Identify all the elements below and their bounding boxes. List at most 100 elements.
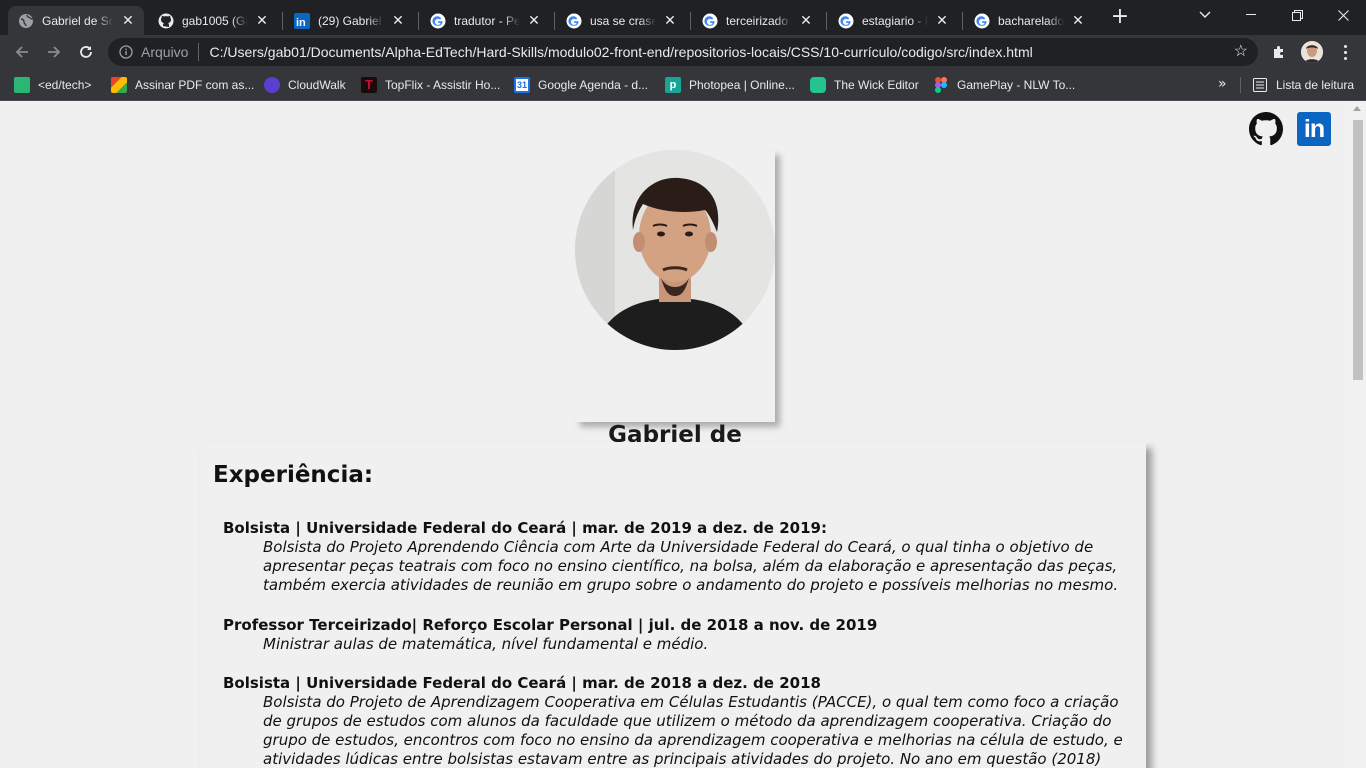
bookmark-gameplay[interactable]: GamePlay - NLW To... <box>933 69 1075 100</box>
chevron-down-icon <box>1199 11 1211 18</box>
profile-card: Gabriel de Sousa <box>575 150 775 474</box>
experience-item: Bolsista | Universidade Federal do Ceará… <box>223 674 1123 768</box>
vertical-scrollbar[interactable] <box>1349 102 1366 768</box>
linkedin-icon: in <box>1303 114 1325 143</box>
experience-section: Experiência: Bolsista | Universidade Fed… <box>200 442 1146 768</box>
page-viewport: in Gabriel de Sousa Experiência: <box>0 102 1366 768</box>
pdf-icon <box>111 76 127 93</box>
divider <box>1240 77 1241 93</box>
job-heading: Bolsista | Universidade Federal do Ceará… <box>223 519 827 537</box>
linkedin-link[interactable]: in <box>1297 112 1331 146</box>
calendar-icon: 31 <box>514 76 530 93</box>
tab-title: bacharelado - Pesquisa <box>998 13 1064 28</box>
job-description: Ministrar aulas de matemática, nível fun… <box>263 635 709 653</box>
tab-title: Gabriel de Sousa <box>42 13 114 28</box>
tab-bacharelado[interactable]: bacharelado - Pesquisa ✕ <box>964 6 1094 35</box>
tab-tradutor[interactable]: tradutor - Pesquisa ✕ <box>420 6 550 35</box>
tab-title: gab1005 (Gabriel <box>182 13 248 28</box>
github-link[interactable] <box>1249 112 1283 146</box>
job-description: Bolsista do Projeto de Aprendizagem Coop… <box>263 693 1123 768</box>
tab-title: estagiario - Pesquisa <box>862 13 928 28</box>
figma-icon <box>933 76 949 93</box>
cloudwalk-icon <box>264 76 280 93</box>
address-bar[interactable]: Arquivo C:/Users/gab01/Documents/Alpha-E… <box>108 38 1258 66</box>
tab-separator <box>418 12 419 30</box>
profile-photo <box>575 150 775 350</box>
tab-separator <box>282 12 283 30</box>
new-tab-button[interactable]: + <box>1108 6 1132 30</box>
close-icon[interactable]: ✕ <box>1070 12 1086 29</box>
globe-icon <box>18 13 34 29</box>
close-icon[interactable]: ✕ <box>526 12 542 29</box>
close-icon[interactable]: ✕ <box>254 12 270 29</box>
tab-usa-se-crase[interactable]: usa se crase ou ✕ <box>556 6 686 35</box>
bookmark-label: Photopea | Online... <box>689 77 795 92</box>
scroll-up-arrow-icon[interactable] <box>1353 106 1361 111</box>
arrow-left-icon <box>15 46 28 58</box>
google-icon <box>838 13 854 29</box>
bookmark-label: <ed/tech> <box>38 77 92 92</box>
close-window-button[interactable] <box>1320 0 1366 30</box>
bookmark-cloudwalk[interactable]: CloudWalk <box>264 69 346 100</box>
back-button[interactable] <box>10 40 34 64</box>
job-heading: Bolsista | Universidade Federal do Ceará… <box>223 674 821 692</box>
file-chip: Arquivo <box>141 44 189 60</box>
reload-button[interactable] <box>74 40 98 64</box>
url-text[interactable]: C:/Users/gab01/Documents/Alpha-EdTech/Ha… <box>209 44 1032 60</box>
bookmarks-bar: <ed/tech> Assinar PDF com as... CloudWal… <box>0 69 1366 101</box>
google-icon <box>702 13 718 29</box>
photopea-icon: p <box>665 76 681 93</box>
tab-separator <box>690 12 691 30</box>
tab-estagiario[interactable]: estagiario - Pesquisa ✕ <box>828 6 958 35</box>
google-icon <box>974 13 990 29</box>
bookmark-label: GamePlay - NLW To... <box>957 77 1076 92</box>
bookmark-photopea[interactable]: p Photopea | Online... <box>665 69 795 100</box>
avatar[interactable] <box>1301 41 1323 63</box>
bookmark-topflix[interactable]: T TopFlix - Assistir Ho... <box>361 69 500 100</box>
tab-title: usa se crase ou <box>590 13 656 28</box>
bookmark-wick-editor[interactable]: The Wick Editor <box>810 69 919 100</box>
minimize-button[interactable] <box>1228 0 1274 30</box>
topflix-icon: T <box>361 76 377 93</box>
info-icon[interactable] <box>118 44 134 60</box>
tab-linkedin[interactable]: in (29) Gabriel de ✕ <box>284 6 414 35</box>
tab-github[interactable]: gab1005 (Gabriel ✕ <box>148 6 278 35</box>
job-description: Bolsista do Projeto Aprendendo Ciência c… <box>263 538 1119 594</box>
github-icon <box>1249 112 1283 146</box>
reload-icon <box>80 46 92 58</box>
minimize-icon <box>1246 14 1256 15</box>
scrollbar-thumb[interactable] <box>1353 120 1363 380</box>
close-icon <box>1337 9 1349 21</box>
star-icon[interactable]: ☆ <box>1234 44 1248 60</box>
extensions-button[interactable] <box>1268 41 1290 63</box>
forward-button[interactable] <box>42 40 66 64</box>
bookmark-edtech[interactable]: <ed/tech> <box>14 69 91 100</box>
tab-gabriel-de-sousa[interactable]: Gabriel de Sousa ✕ <box>8 6 144 35</box>
section-title: Experiência: <box>213 462 374 488</box>
close-icon[interactable]: ✕ <box>120 12 136 29</box>
more-menu-button[interactable] <box>1334 41 1356 63</box>
tab-search-button[interactable] <box>1182 0 1228 30</box>
google-icon <box>430 13 446 29</box>
job-heading: Professor Terceirizado| Reforço Escolar … <box>223 616 878 634</box>
bookmark-label: Google Agenda - d... <box>538 77 649 92</box>
tab-terceirizado[interactable]: terceirizado - Pesquisa ✕ <box>692 6 822 35</box>
close-icon[interactable]: ✕ <box>798 12 814 29</box>
bookmark-google-agenda[interactable]: 31 Google Agenda - d... <box>514 69 648 100</box>
experience-item: Bolsista | Universidade Federal do Ceará… <box>223 519 1123 595</box>
close-icon[interactable]: ✕ <box>934 12 950 29</box>
reading-list-button[interactable]: Lista de leitura <box>1252 69 1354 100</box>
close-icon[interactable]: ✕ <box>390 12 406 29</box>
bookmark-assinar-pdf[interactable]: Assinar PDF com as... <box>111 69 254 100</box>
edtech-icon <box>14 76 30 93</box>
chevron-double-right-icon[interactable]: » <box>1218 76 1227 92</box>
bookmark-label: The Wick Editor <box>834 77 919 92</box>
tab-title: terceirizado - Pesquisa <box>726 13 792 28</box>
reading-list-icon <box>1252 77 1268 93</box>
close-icon[interactable]: ✕ <box>662 12 678 29</box>
puzzle-icon <box>1274 46 1283 58</box>
restore-icon <box>1291 9 1303 21</box>
restore-button[interactable] <box>1274 0 1320 30</box>
bookmark-label: TopFlix - Assistir Ho... <box>385 77 501 92</box>
arrow-right-icon <box>48 46 61 58</box>
